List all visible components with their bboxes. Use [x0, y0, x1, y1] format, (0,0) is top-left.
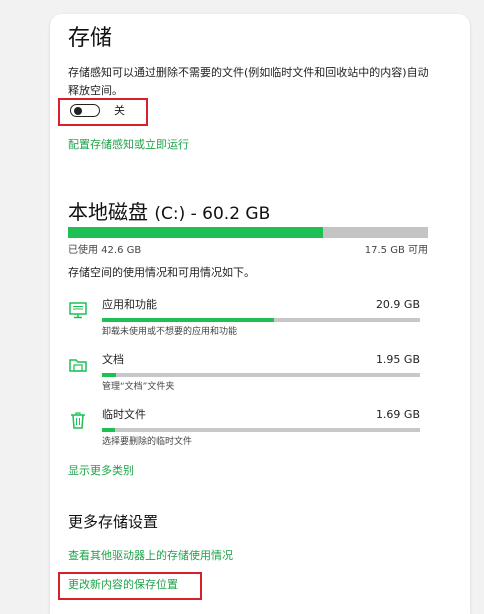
local-disk-heading: 本地磁盘 (C:) - 60.2 GB	[68, 196, 270, 225]
category-description: 选择要删除的临时文件	[102, 437, 193, 447]
storage-title: 存储	[68, 26, 113, 51]
local-disk-title: 本地磁盘	[68, 200, 148, 224]
toggle-knob	[73, 106, 82, 115]
category-usage-fill	[102, 318, 274, 322]
show-more-categories-link[interactable]: 显示更多类别	[68, 462, 134, 478]
other-drives-usage-link[interactable]: 查看其他驱动器上的存储使用情况	[68, 547, 233, 563]
more-storage-settings-title: 更多存储设置	[68, 513, 159, 531]
category-apps[interactable]: 应用和功能 20.9 GB 卸载未使用或不想要的应用和功能	[68, 296, 428, 337]
toggle-state-label: 关	[114, 104, 125, 117]
category-size: 1.95 GB	[375, 353, 420, 366]
category-description: 卸载未使用或不想要的应用和功能	[102, 327, 238, 337]
used-space-label: 已使用 42.6 GB	[68, 245, 142, 256]
category-description: 管理“文档”文件夹	[102, 382, 175, 392]
category-usage-bar	[102, 318, 420, 322]
category-temp-files[interactable]: 临时文件 1.69 GB 选择要删除的临时文件	[68, 406, 428, 447]
drive-size-label: (C:) - 60.2 GB	[154, 204, 271, 224]
category-size: 1.69 GB	[375, 408, 420, 421]
storage-sense-description: 存储感知可以通过删除不需要的文件(例如临时文件和回收站中的内容)自动释放空间。	[68, 66, 429, 97]
free-space-label: 17.5 GB 可用	[364, 245, 428, 256]
category-name: 文档	[102, 353, 124, 366]
usage-summary: 存储空间的使用情况和可用情况如下。	[68, 266, 255, 279]
storage-sense-toggle[interactable]	[70, 104, 100, 117]
change-save-location-link[interactable]: 更改新内容的保存位置	[68, 576, 178, 592]
category-usage-fill	[102, 373, 117, 377]
monitor-icon	[69, 302, 87, 319]
disk-usage-bar	[68, 227, 428, 238]
category-usage-fill	[102, 428, 115, 432]
category-name: 应用和功能	[102, 298, 157, 311]
category-usage-bar	[102, 373, 420, 377]
configure-storage-sense-link[interactable]: 配置存储感知或立即运行	[68, 136, 189, 152]
category-size: 20.9 GB	[375, 298, 420, 311]
disk-usage-fill	[68, 227, 323, 238]
trash-icon	[71, 412, 85, 429]
category-documents[interactable]: 文档 1.95 GB 管理“文档”文件夹	[68, 351, 428, 392]
folder-icon	[69, 359, 87, 372]
category-name: 临时文件	[102, 408, 146, 421]
category-usage-bar	[102, 428, 420, 432]
